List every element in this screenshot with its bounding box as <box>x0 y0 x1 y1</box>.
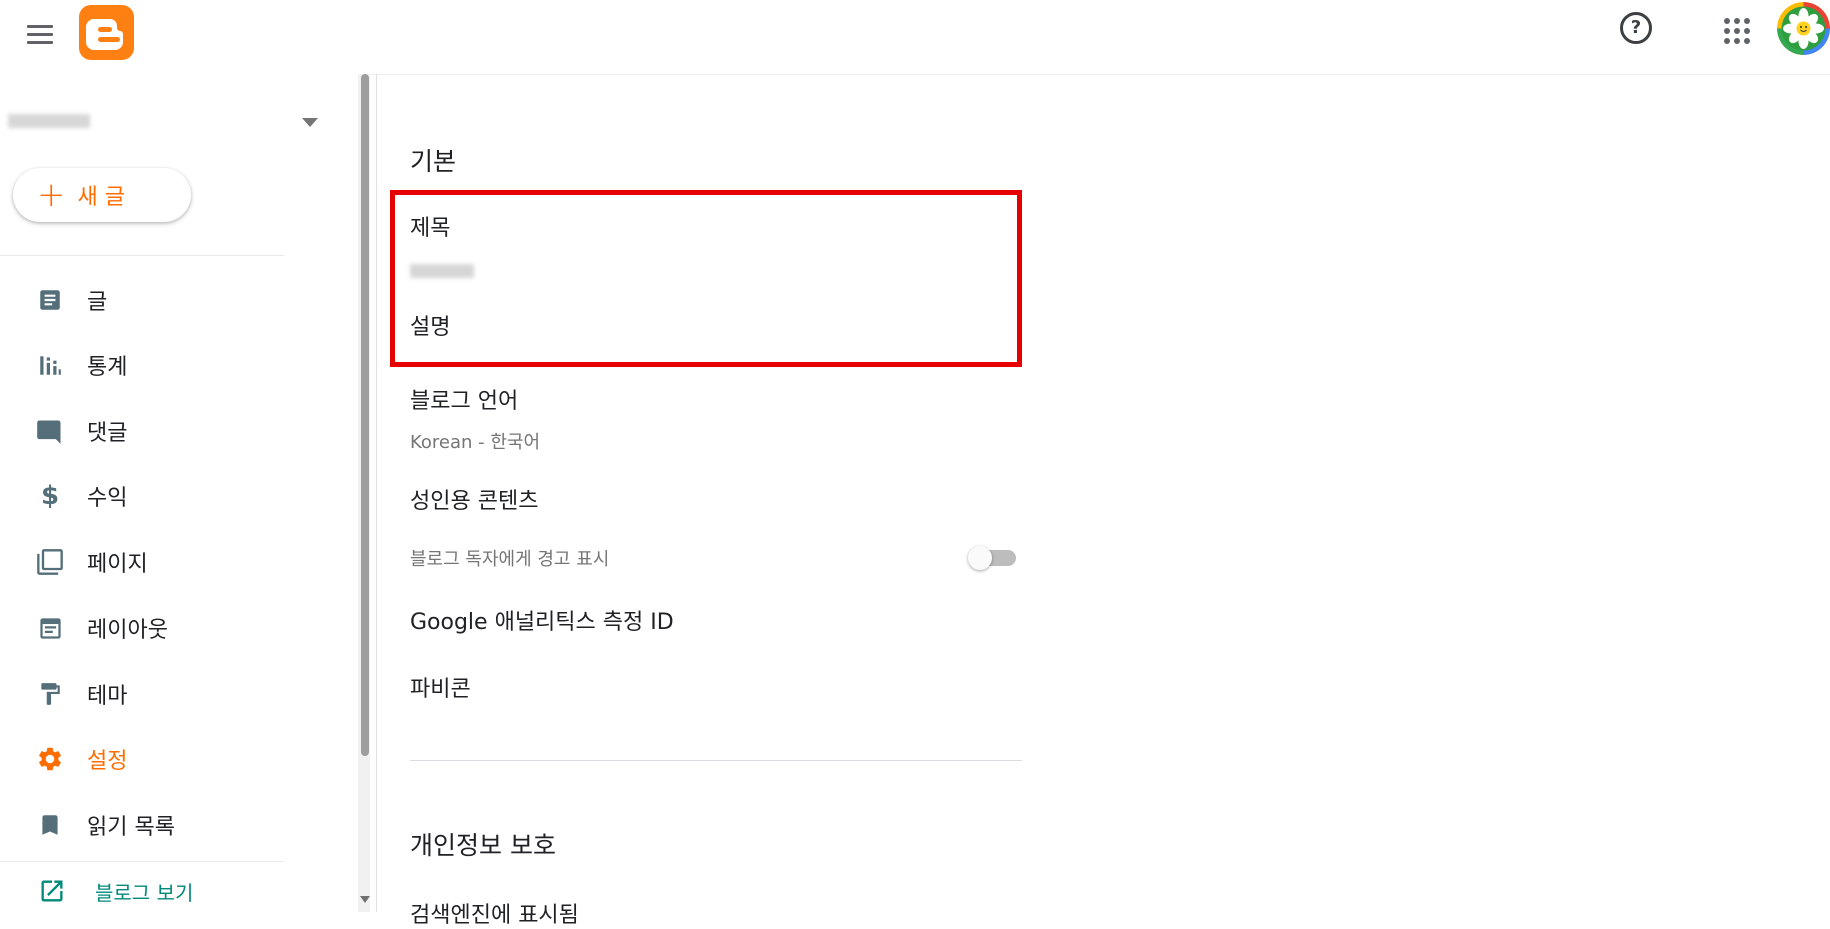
sidebar-item-theme[interactable]: 테마 <box>0 669 300 719</box>
sidebar-item-reading-list[interactable]: 읽기 목록 <box>0 800 300 850</box>
plus-icon: + <box>37 175 66 215</box>
highlight-annotation-box <box>390 190 1022 367</box>
view-blog-label: 블로그 보기 <box>95 880 194 905</box>
search-visibility-setting[interactable]: 검색엔진에 표시됨 <box>410 897 579 929</box>
sidebar-item-label: 읽기 목록 <box>87 815 175 840</box>
adult-content-setting: 성인용 콘텐츠 <box>410 489 539 514</box>
sidebar-item-settings[interactable]: 설정 <box>0 734 300 784</box>
content-separator <box>376 74 377 912</box>
sidebar-item-earnings[interactable]: $ 수익 <box>0 471 300 521</box>
hamburger-menu-icon[interactable] <box>24 18 56 50</box>
sidebar-divider <box>0 861 284 862</box>
stats-icon <box>35 350 65 380</box>
top-app-bar: ? <box>0 0 1830 75</box>
blog-selector[interactable] <box>8 104 318 140</box>
blog-name-redacted <box>8 114 90 128</box>
comment-icon <box>35 416 65 446</box>
blogger-logo-icon[interactable] <box>79 5 134 60</box>
sidebar-item-label: 글 <box>87 290 108 315</box>
sidebar-item-pages[interactable]: 페이지 <box>0 537 300 587</box>
sidebar-scrollbar-thumb[interactable] <box>361 74 369 756</box>
posts-icon <box>35 285 65 315</box>
section-title-basic: 기본 <box>410 147 457 176</box>
dropdown-caret-icon[interactable] <box>302 118 318 127</box>
dollar-icon: $ <box>40 481 60 511</box>
section-divider <box>410 760 1022 761</box>
title-setting[interactable]: 제목 <box>410 210 450 242</box>
sidebar-item-label: 페이지 <box>87 552 148 577</box>
settings-main: 기본 제목 설명 블로그 언어 Korean - 한국어 성인용 콘텐츠 블로그… <box>378 74 1830 928</box>
apps-grid-icon[interactable] <box>1724 18 1750 44</box>
sidebar-divider <box>0 255 284 256</box>
toggle-knob <box>968 546 992 570</box>
sidebar-item-label: 댓글 <box>87 421 128 446</box>
sidebar-item-stats[interactable]: 통계 <box>0 340 300 390</box>
adult-content-toggle[interactable] <box>968 546 1018 570</box>
new-post-label: 새 글 <box>77 185 125 210</box>
sidebar: + 새 글 글 통계 댓글 $ 수익 페이지 레이아웃 테마 설정 읽기 목록 … <box>0 74 362 912</box>
sidebar-item-posts[interactable]: 글 <box>0 275 300 325</box>
sidebar-item-label: 수익 <box>87 486 128 511</box>
layout-icon <box>35 613 65 643</box>
view-blog-link[interactable]: 블로그 보기 <box>0 869 300 913</box>
adult-content-description: 블로그 독자에게 경고 표시 <box>410 549 610 570</box>
blog-language-value: Korean - 한국어 <box>410 432 541 453</box>
blog-title-value-redacted <box>410 264 474 278</box>
pages-icon <box>35 547 65 577</box>
help-circle-icon[interactable]: ? <box>1620 12 1652 44</box>
sidebar-item-label: 설정 <box>87 749 128 774</box>
blog-language-setting[interactable]: 블로그 언어 <box>410 383 518 415</box>
sidebar-item-comments[interactable]: 댓글 <box>0 406 300 456</box>
gear-icon <box>35 744 65 774</box>
bookmark-icon <box>35 810 65 840</box>
favicon-setting[interactable]: 파비콘 <box>410 671 471 703</box>
open-in-new-icon <box>37 876 67 906</box>
scroll-down-arrow-icon[interactable] <box>360 896 370 903</box>
description-setting[interactable]: 설명 <box>410 309 450 341</box>
new-post-button[interactable]: + 새 글 <box>13 168 191 222</box>
section-title-privacy: 개인정보 보호 <box>410 831 556 860</box>
analytics-id-setting[interactable]: Google 애널리틱스 측정 ID <box>410 604 674 636</box>
theme-paint-roller-icon <box>35 679 65 709</box>
sidebar-item-label: 통계 <box>87 355 128 380</box>
sidebar-item-layout[interactable]: 레이아웃 <box>0 603 300 653</box>
flower-avatar-icon[interactable] <box>1777 2 1830 55</box>
sidebar-item-label: 테마 <box>87 684 128 709</box>
sidebar-item-label: 레이아웃 <box>87 618 168 643</box>
